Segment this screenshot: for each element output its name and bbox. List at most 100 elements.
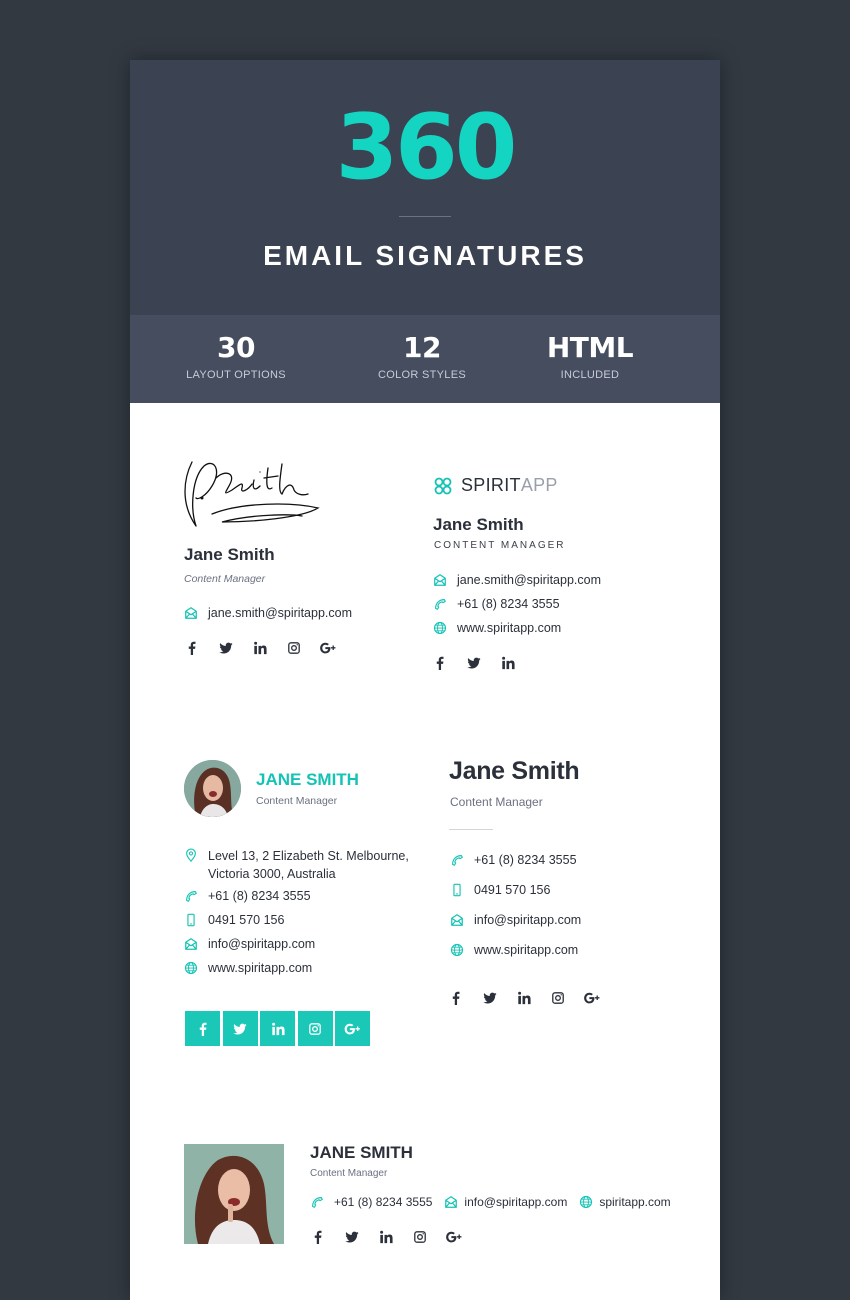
sig2-social-links [432, 655, 534, 671]
handwritten-signature-image [184, 461, 320, 527]
sig1-name: Jane Smith [184, 545, 275, 564]
linkedin-button[interactable] [260, 1011, 295, 1046]
twitter-icon[interactable] [482, 990, 498, 1006]
twitter-button[interactable] [222, 1011, 258, 1046]
sig3-phone-row: +61 (8) 8234 3555 [184, 889, 311, 903]
instagram-icon[interactable] [550, 990, 566, 1006]
sig2-role: CONTENT MANAGER [434, 540, 566, 551]
sig3-name: JANE SMITH [256, 770, 359, 789]
sig3-role: Content Manager [256, 795, 338, 807]
stat-layouts: 30 LAYOUT OPTIONS [156, 331, 316, 381]
mobile-icon [450, 883, 464, 897]
sig4-social-links [448, 990, 618, 1006]
sig5-social-links [310, 1229, 480, 1245]
logo-text-light: APP [520, 475, 558, 495]
instagram-icon[interactable] [286, 640, 302, 656]
avatar-round [184, 760, 241, 817]
facebook-icon[interactable] [432, 655, 448, 671]
linkedin-icon [271, 1022, 285, 1036]
sig3-web[interactable]: www.spiritapp.com [208, 961, 312, 975]
sig1-email[interactable]: jane.smith@spiritapp.com [208, 606, 352, 620]
sig2-name: Jane Smith [433, 515, 524, 534]
facebook-icon [196, 1022, 210, 1036]
globe-icon [579, 1195, 593, 1209]
logo-text-bold: SPIRIT [461, 475, 521, 495]
sig4-email-row: info@spiritapp.com [450, 913, 581, 927]
sig1-social-links [184, 640, 354, 656]
google-plus-button[interactable] [335, 1011, 370, 1046]
sig4-name: Jane Smith [449, 757, 580, 785]
instagram-icon[interactable] [412, 1229, 428, 1245]
sig3-address-row: Level 13, 2 Elizabeth St. Melbourne, Vic… [184, 847, 409, 883]
phone-icon [184, 889, 198, 903]
sig2-email[interactable]: jane.smith@spiritapp.com [457, 573, 601, 587]
sig3-social-buttons [185, 1011, 373, 1046]
facebook-icon[interactable] [448, 990, 464, 1006]
sig4-role: Content Manager [450, 795, 543, 809]
sig2-email-row: jane.smith@spiritapp.com [433, 573, 601, 587]
sig4-divider [449, 829, 493, 830]
sig5-email[interactable]: info@spiritapp.com [464, 1195, 567, 1209]
sig3-address: Level 13, 2 Elizabeth St. Melbourne, Vic… [208, 847, 409, 883]
linkedin-icon[interactable] [516, 990, 532, 1006]
stat-label: LAYOUT OPTIONS [186, 369, 286, 381]
location-pin-icon [184, 848, 198, 862]
linkedin-icon[interactable] [378, 1229, 394, 1245]
sig5-role: Content Manager [310, 1168, 388, 1179]
google-plus-icon[interactable] [584, 990, 600, 1006]
sig4-email[interactable]: info@spiritapp.com [474, 913, 581, 927]
sig3-email[interactable]: info@spiritapp.com [208, 937, 315, 951]
sig5-phone[interactable]: +61 (8) 8234 3555 [334, 1195, 432, 1209]
address-line-2: Victoria 3000, Australia [208, 867, 336, 881]
stat-value: HTML [546, 331, 634, 364]
mobile-icon [184, 913, 198, 927]
linkedin-icon[interactable] [500, 655, 516, 671]
mail-icon [444, 1195, 458, 1209]
linkedin-icon[interactable] [252, 640, 268, 656]
twitter-icon[interactable] [218, 640, 234, 656]
facebook-button[interactable] [185, 1011, 220, 1046]
stat-label: COLOR STYLES [378, 369, 466, 381]
stat-colors: 12 COLOR STYLES [342, 331, 502, 381]
sig4-web[interactable]: www.spiritapp.com [474, 943, 578, 957]
sig2-phone-row: +61 (8) 8234 3555 [433, 597, 560, 611]
sig4-web-row: www.spiritapp.com [450, 943, 578, 957]
google-plus-icon [344, 1022, 361, 1036]
google-plus-icon[interactable] [446, 1229, 462, 1245]
sig3-web-row: www.spiritapp.com [184, 961, 312, 975]
google-plus-icon[interactable] [320, 640, 336, 656]
hero-divider [399, 216, 451, 217]
sig4-phone-row: +61 (8) 8234 3555 [450, 853, 577, 867]
sig3-email-row: info@spiritapp.com [184, 937, 315, 951]
sig5-web[interactable]: spiritapp.com [599, 1195, 670, 1209]
avatar-square [184, 1144, 284, 1244]
instagram-button[interactable] [297, 1011, 333, 1046]
phone-icon [433, 597, 447, 611]
sig2-phone[interactable]: +61 (8) 8234 3555 [457, 597, 560, 611]
twitter-icon [233, 1022, 247, 1036]
sig4-mobile[interactable]: 0491 570 156 [474, 883, 550, 897]
sig3-mobile[interactable]: 0491 570 156 [208, 913, 284, 927]
sig3-mobile-row: 0491 570 156 [184, 913, 284, 927]
globe-icon [433, 621, 447, 635]
globe-icon [450, 943, 464, 957]
stat-value: 12 [403, 331, 441, 364]
sig3-phone[interactable]: +61 (8) 8234 3555 [208, 889, 311, 903]
hero-title: EMAIL SIGNATURES [263, 240, 587, 271]
sig1-email-row: jane.smith@spiritapp.com [184, 606, 352, 620]
stat-html: HTML INCLUDED [510, 331, 670, 381]
mail-icon [184, 937, 198, 951]
sig5-name: JANE SMITH [310, 1143, 413, 1162]
sig4-phone[interactable]: +61 (8) 8234 3555 [474, 853, 577, 867]
phone-icon [310, 1195, 324, 1209]
facebook-icon[interactable] [310, 1229, 326, 1245]
sig2-web[interactable]: www.spiritapp.com [457, 621, 561, 635]
mail-icon [184, 606, 198, 620]
hero-banner: 360 EMAIL SIGNATURES [130, 60, 720, 315]
clover-logo-icon [434, 477, 452, 494]
mail-icon [450, 913, 464, 927]
facebook-icon[interactable] [184, 640, 200, 656]
hero-count: 360 [335, 95, 518, 200]
twitter-icon[interactable] [344, 1229, 360, 1245]
twitter-icon[interactable] [466, 655, 482, 671]
